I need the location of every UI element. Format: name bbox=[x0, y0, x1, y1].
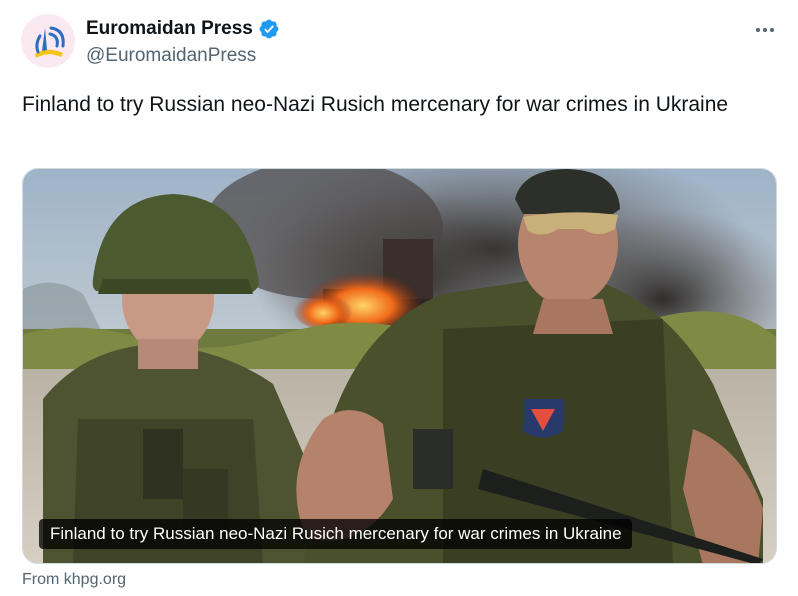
link-source[interactable]: From khpg.org bbox=[22, 570, 126, 590]
author-display-name[interactable]: Euromaidan Press bbox=[86, 17, 253, 41]
more-options-icon bbox=[756, 28, 774, 32]
author-handle[interactable]: @EuromaidanPress bbox=[86, 44, 280, 68]
more-options-button[interactable] bbox=[750, 18, 780, 42]
media-caption: Finland to try Russian neo-Nazi Rusich m… bbox=[39, 519, 632, 549]
euromaidan-press-logo-icon bbox=[21, 14, 75, 68]
tweet-text: Finland to try Russian neo-Nazi Rusich m… bbox=[22, 93, 729, 116]
verified-badge-icon[interactable] bbox=[258, 18, 280, 40]
author-avatar[interactable] bbox=[21, 14, 75, 68]
news-photo bbox=[23, 169, 776, 563]
link-card-media[interactable]: Finland to try Russian neo-Nazi Rusich m… bbox=[22, 168, 777, 564]
tweet: Euromaidan Press @EuromaidanPress Finlan… bbox=[0, 0, 798, 596]
author-name-row: Euromaidan Press bbox=[86, 17, 280, 41]
author-info: Euromaidan Press @EuromaidanPress bbox=[86, 17, 280, 68]
